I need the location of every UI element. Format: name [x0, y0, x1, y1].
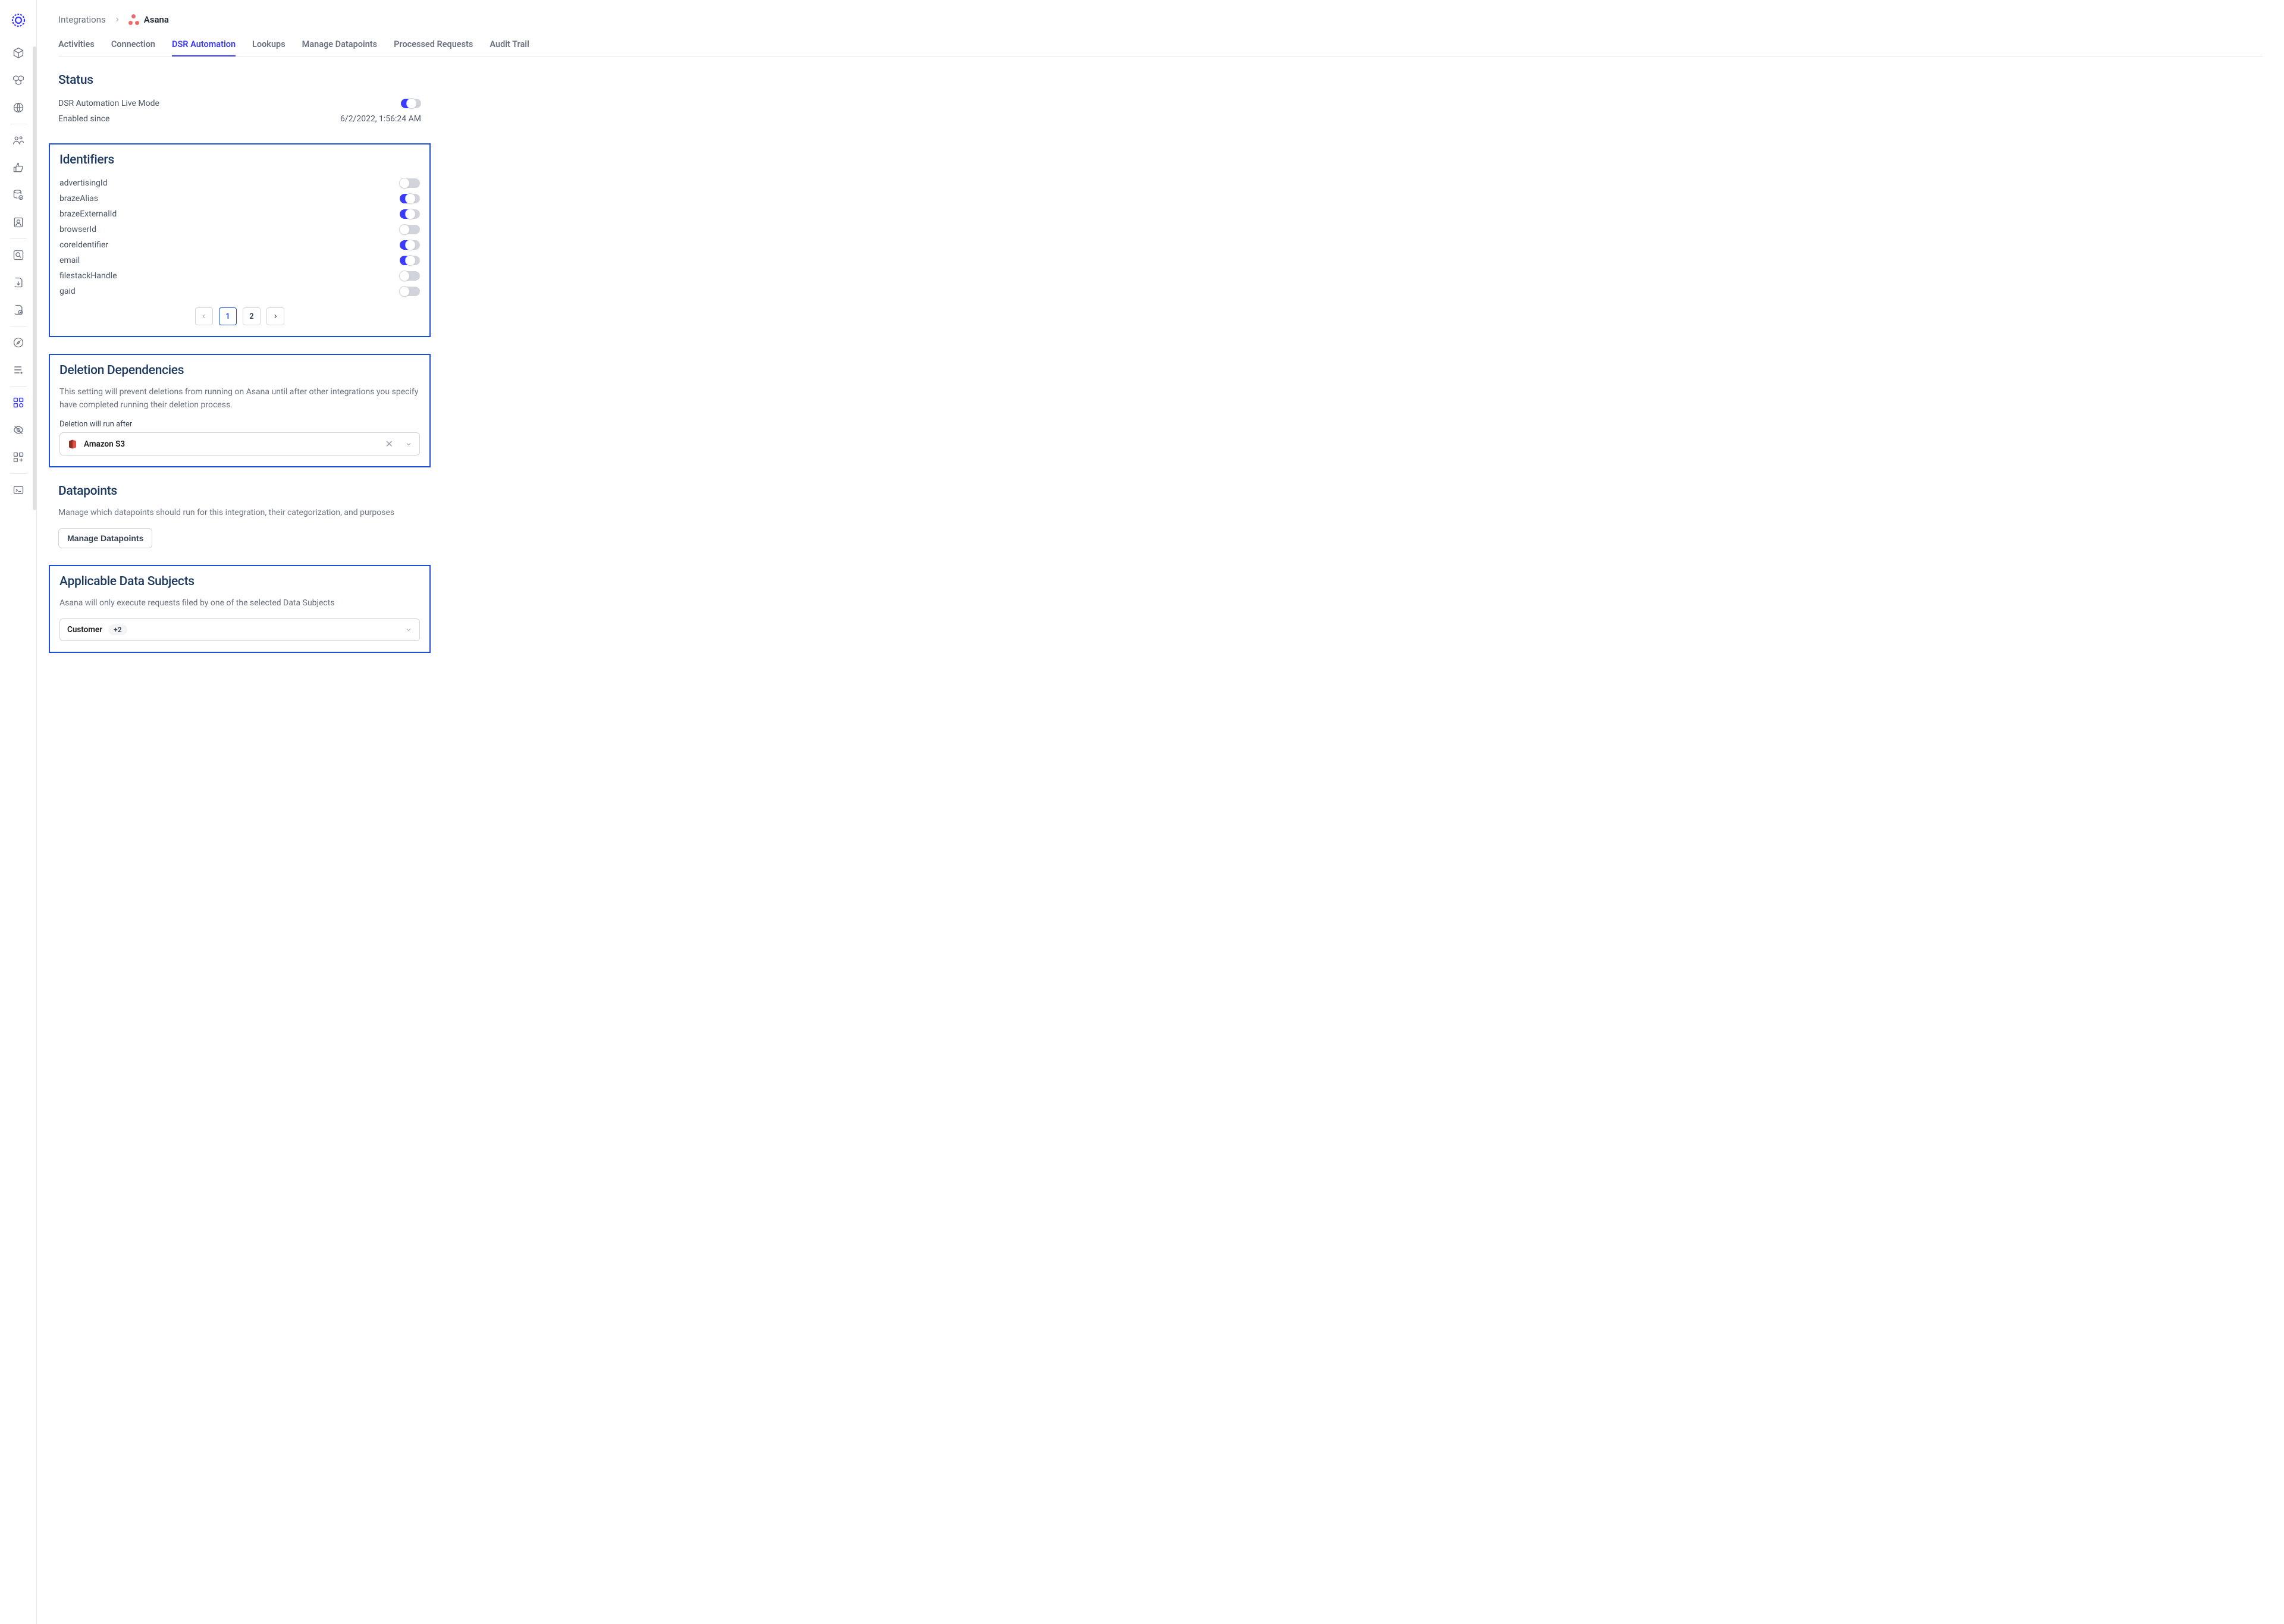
tab-activities[interactable]: Activities [58, 39, 95, 56]
identifier-toggle[interactable] [400, 178, 420, 188]
breadcrumb-root[interactable]: Integrations [58, 14, 106, 25]
grid-plus-icon[interactable] [12, 451, 25, 464]
database-icon[interactable] [12, 189, 25, 202]
breadcrumb-current: Asana [128, 14, 169, 25]
eye-off-icon[interactable] [12, 423, 25, 436]
identifier-row: advertisingId [59, 175, 420, 191]
file-arrow-icon[interactable] [12, 276, 25, 289]
datapoints-desc: Manage which datapoints should run for t… [58, 507, 421, 520]
deletion-deps-section: Deletion Dependencies This setting will … [49, 354, 431, 467]
status-title: Status [58, 73, 421, 87]
compass-icon[interactable] [12, 336, 25, 349]
chevron-down-icon[interactable] [405, 441, 412, 448]
cube-icon[interactable] [12, 46, 25, 59]
breadcrumb: Integrations Asana [58, 14, 2263, 25]
identifier-row: filestackHandle [59, 268, 420, 284]
file-check-icon[interactable] [12, 303, 25, 316]
live-mode-toggle[interactable] [401, 99, 421, 108]
enabled-since-label: Enabled since [58, 114, 109, 124]
status-section: Status DSR Automation Live Mode Enabled … [58, 73, 421, 127]
tab-dsr-automation[interactable]: DSR Automation [172, 39, 236, 56]
identifier-row: browserId [59, 222, 420, 237]
subjects-selected-chip: Customer [67, 625, 102, 634]
nav-divider [10, 386, 27, 387]
identifier-label: advertisingId [59, 178, 108, 188]
identifier-label: gaid [59, 287, 76, 296]
subjects-desc: Asana will only execute requests filed b… [59, 597, 420, 610]
pager-next[interactable] [266, 307, 284, 325]
subjects-section: Applicable Data Subjects Asana will only… [49, 565, 431, 653]
pager-prev[interactable] [195, 307, 213, 325]
list-icon[interactable] [12, 363, 25, 376]
enabled-since-value: 6/2/2022, 1:56:24 AM [340, 114, 421, 124]
identifier-toggle[interactable] [400, 287, 420, 296]
sidebar [0, 0, 37, 1624]
chevron-down-icon[interactable] [405, 626, 412, 633]
search-icon[interactable] [12, 249, 25, 262]
thumb-icon[interactable] [12, 161, 25, 174]
tab-lookups[interactable]: Lookups [252, 39, 286, 56]
identifier-label: email [59, 256, 80, 265]
tabs: Activities Connection DSR Automation Lookup… [58, 39, 2263, 56]
pager-page[interactable]: 2 [243, 307, 261, 325]
tab-audit-trail[interactable]: Audit Trail [490, 39, 529, 56]
amazon-s3-icon [67, 439, 78, 450]
terminal-icon[interactable] [12, 483, 25, 497]
identifier-label: browserId [59, 225, 96, 234]
datapoints-title: Datapoints [58, 484, 421, 498]
identifier-label: brazeExternalId [59, 209, 117, 219]
identifiers-section: Identifiers advertisingId brazeAlias braze… [49, 143, 431, 337]
identifier-toggle[interactable] [400, 194, 420, 203]
nav-divider [10, 238, 27, 239]
tab-connection[interactable]: Connection [111, 39, 155, 56]
nav-divider [10, 473, 27, 474]
datapoints-section: Datapoints Manage which datapoints shoul… [58, 484, 421, 548]
integrations-icon[interactable] [12, 396, 25, 409]
app-logo [9, 11, 28, 30]
identifier-toggle[interactable] [400, 209, 420, 219]
subjects-extra-badge: +2 [108, 624, 127, 635]
deletion-selected-chip: Amazon S3 [84, 439, 125, 449]
tab-manage-datapoints[interactable]: Manage Datapoints [302, 39, 377, 56]
identifier-row: gaid [59, 284, 420, 299]
deletion-deps-desc: This setting will prevent deletions from… [59, 386, 420, 412]
deletion-deps-title: Deletion Dependencies [59, 363, 420, 378]
identifier-label: brazeAlias [59, 194, 98, 203]
chevron-right-icon [114, 17, 120, 23]
identifier-row: email [59, 253, 420, 268]
users-icon[interactable] [12, 134, 25, 147]
identifier-row: brazeAlias [59, 191, 420, 206]
identifier-toggle[interactable] [400, 240, 420, 250]
deletion-field-label: Deletion will run after [59, 420, 420, 429]
asana-logo-icon [128, 14, 139, 25]
live-mode-label: DSR Automation Live Mode [58, 99, 159, 108]
sidebar-scroll [33, 46, 36, 510]
identifier-toggle[interactable] [400, 271, 420, 281]
breadcrumb-current-label: Asana [144, 14, 169, 25]
deletion-select[interactable]: Amazon S3 ✕ [59, 432, 420, 456]
globe-icon[interactable] [12, 101, 25, 114]
pager: 12 [59, 307, 420, 325]
identifier-label: coreIdentifier [59, 240, 108, 250]
manage-datapoints-button[interactable]: Manage Datapoints [58, 528, 152, 548]
identifier-label: filestackHandle [59, 271, 117, 281]
clear-icon[interactable]: ✕ [385, 438, 393, 450]
subjects-select[interactable]: Customer +2 [59, 618, 420, 641]
identifier-row: coreIdentifier [59, 237, 420, 253]
identifier-row: brazeExternalId [59, 206, 420, 222]
identifier-toggle[interactable] [400, 225, 420, 234]
identifier-toggle[interactable] [400, 256, 420, 265]
pager-page[interactable]: 1 [219, 307, 237, 325]
subjects-title: Applicable Data Subjects [59, 574, 420, 589]
profile-icon[interactable] [12, 216, 25, 229]
main-content: Integrations Asana Activities Connection D… [37, 0, 2284, 1624]
tab-processed-requests[interactable]: Processed Requests [394, 39, 473, 56]
identifiers-title: Identifiers [59, 153, 420, 167]
cubes-icon[interactable] [12, 74, 25, 87]
